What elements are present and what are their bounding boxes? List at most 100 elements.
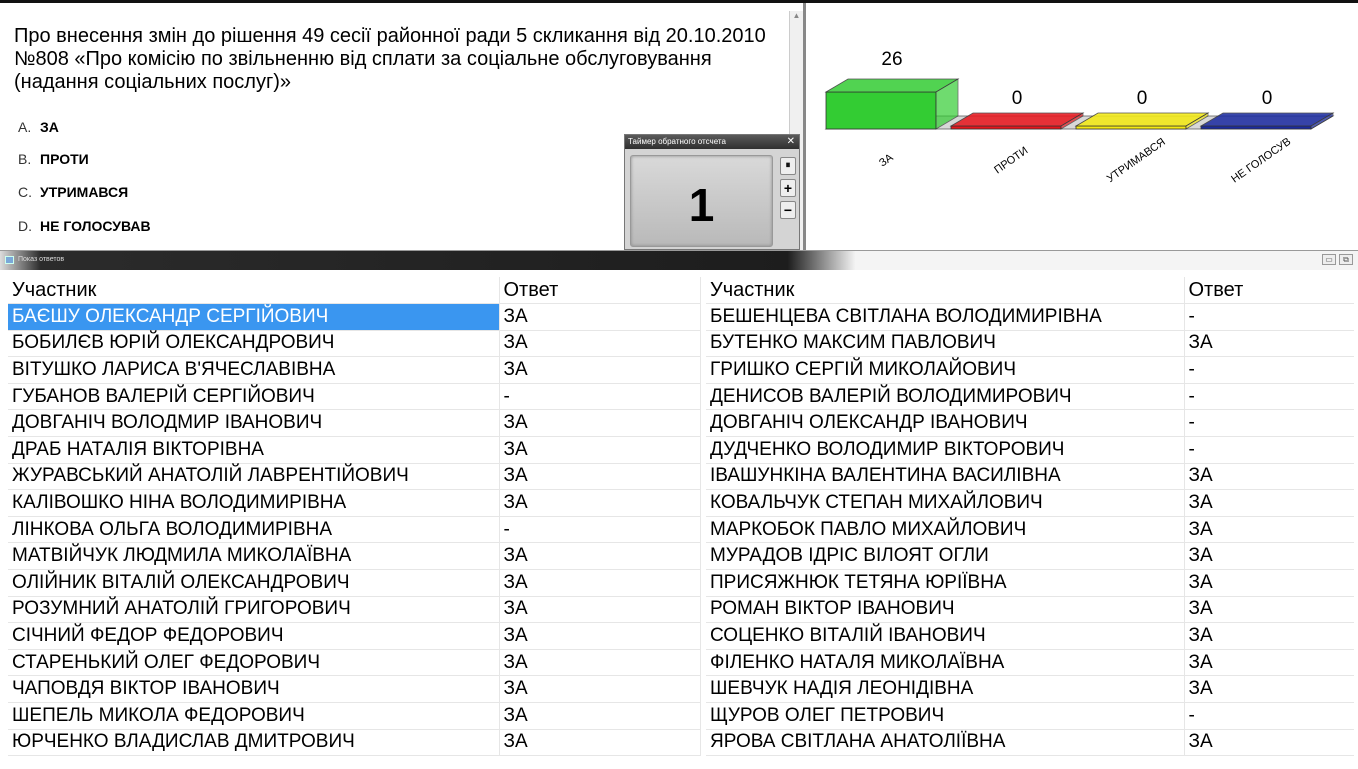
table-row[interactable]: ІВАШУНКІНА ВАЛЕНТИНА ВАСИЛІВНА ЗА [706, 463, 1354, 491]
table-row[interactable]: МУРАДОВ ІДРІС ВІЛОЯТ ОГЛИ ЗА [706, 542, 1354, 571]
participant-name-cell[interactable]: МУРАДОВ ІДРІС ВІЛОЯТ ОГЛИ [706, 542, 1185, 571]
option-b[interactable]: B. ПРОТИ [18, 151, 89, 167]
participant-name-cell[interactable]: ШЕПЕЛЬ МИКОЛА ФЕДОРОВИЧ [8, 702, 500, 730]
table-row[interactable]: ПРИСЯЖНЮК ТЕТЯНА ЮРІЇВНА ЗА [706, 569, 1354, 597]
participant-name-cell[interactable]: ОЛІЙНИК ВІТАЛІЙ ОЛЕКСАНДРОВИЧ [8, 569, 500, 597]
pause-button[interactable]: ⏸ [780, 157, 796, 175]
table-row[interactable]: ДЕНИСОВ ВАЛЕРІЙ ВОЛОДИМИРОВИЧ - [706, 383, 1354, 411]
answer-cell[interactable]: ЗА [1184, 542, 1354, 571]
answer-cell[interactable]: - [1184, 303, 1354, 331]
answer-cell[interactable]: ЗА [499, 409, 701, 438]
table-row[interactable]: ФІЛЕНКО НАТАЛЯ МИКОЛАЇВНА ЗА [706, 649, 1354, 677]
table-row[interactable]: ДОВГАНІЧ ОЛЕКСАНДР ІВАНОВИЧ - [706, 409, 1354, 438]
table-row[interactable]: ЮРЧЕНКО ВЛАДИСЛАВ ДМИТРОВИЧ ЗА [8, 729, 701, 757]
table-row[interactable]: БАЄШУ ОЛЕКСАНДР СЕРГІЙОВИЧ ЗА [8, 303, 701, 331]
column-header-answer[interactable]: Ответ [499, 277, 701, 305]
close-icon[interactable]: ✕ [787, 135, 795, 149]
table-row[interactable]: БЕШЕНЦЕВА СВІТЛАНА ВОЛОДИМИРІВНА - [706, 303, 1354, 331]
answers-window-titlebar[interactable]: Показ ответов ▭ ⧉ [0, 250, 1358, 270]
table-row[interactable]: КОВАЛЬЧУК СТЕПАН МИХАЙЛОВИЧ ЗА [706, 489, 1354, 517]
answer-cell[interactable]: ЗА [499, 436, 701, 464]
participant-name-cell[interactable]: МАРКОБОК ПАВЛО МИХАЙЛОВИЧ [706, 516, 1185, 544]
table-row[interactable]: ШЕПЕЛЬ МИКОЛА ФЕДОРОВИЧ ЗА [8, 702, 701, 730]
answer-cell[interactable]: ЗА [499, 489, 701, 517]
table-row[interactable]: ВІТУШКО ЛАРИСА В'ЯЧЕСЛАВІВНА ЗА [8, 356, 701, 384]
table-row[interactable]: КАЛІВОШКО НІНА ВОЛОДИМИРІВНА ЗА [8, 489, 701, 517]
table-row[interactable]: РОЗУМНИЙ АНАТОЛІЙ ГРИГОРОВИЧ ЗА [8, 596, 701, 624]
participant-name-cell[interactable]: БАЄШУ ОЛЕКСАНДР СЕРГІЙОВИЧ [8, 303, 500, 331]
participant-name-cell[interactable]: ЩУРОВ ОЛЕГ ПЕТРОВИЧ [706, 702, 1185, 730]
participant-name-cell[interactable]: СОЦЕНКО ВІТАЛІЙ ІВАНОВИЧ [706, 622, 1185, 650]
participant-name-cell[interactable]: ГУБАНОВ ВАЛЕРІЙ СЕРГІЙОВИЧ [8, 383, 500, 411]
table-row[interactable]: МАТВІЙЧУК ЛЮДМИЛА МИКОЛАЇВНА ЗА [8, 542, 701, 571]
table-row[interactable]: СОЦЕНКО ВІТАЛІЙ ІВАНОВИЧ ЗА [706, 622, 1354, 650]
participant-name-cell[interactable]: СТАРЕНЬКИЙ ОЛЕГ ФЕДОРОВИЧ [8, 649, 500, 677]
participant-name-cell[interactable]: ДУДЧЕНКО ВОЛОДИМИР ВІКТОРОВИЧ [706, 436, 1185, 464]
participant-name-cell[interactable]: ПРИСЯЖНЮК ТЕТЯНА ЮРІЇВНА [706, 569, 1185, 597]
answer-cell[interactable]: ЗА [1184, 675, 1354, 703]
minus-button[interactable]: − [780, 201, 796, 219]
answer-cell[interactable]: - [1184, 436, 1354, 464]
plus-button[interactable]: + [780, 179, 796, 197]
table-row[interactable]: ШЕВЧУК НАДІЯ ЛЕОНІДІВНА ЗА [706, 675, 1354, 703]
answer-cell[interactable]: - [1184, 409, 1354, 438]
answer-cell[interactable]: ЗА [499, 303, 701, 331]
table-row[interactable]: ЯРОВА СВІТЛАНА АНАТОЛІЇВНА ЗА [706, 729, 1354, 757]
participant-name-cell[interactable]: КОВАЛЬЧУК СТЕПАН МИХАЙЛОВИЧ [706, 489, 1185, 517]
participant-name-cell[interactable]: ШЕВЧУК НАДІЯ ЛЕОНІДІВНА [706, 675, 1185, 703]
column-header-participant[interactable]: Участник [706, 277, 1185, 305]
maximize-icon[interactable]: ⧉ [1339, 254, 1353, 265]
participant-name-cell[interactable]: ІВАШУНКІНА ВАЛЕНТИНА ВАСИЛІВНА [706, 463, 1185, 491]
column-header-participant[interactable]: Участник [8, 277, 500, 305]
answer-cell[interactable]: - [499, 516, 701, 544]
answer-cell[interactable]: ЗА [499, 356, 701, 384]
participant-name-cell[interactable]: ФІЛЕНКО НАТАЛЯ МИКОЛАЇВНА [706, 649, 1185, 677]
table-row[interactable]: ГУБАНОВ ВАЛЕРІЙ СЕРГІЙОВИЧ - [8, 383, 701, 411]
participant-name-cell[interactable]: ДОВГАНІЧ ВОЛОДМИР ІВАНОВИЧ [8, 409, 500, 438]
participant-name-cell[interactable]: ЧАПОВДЯ ВІКТОР ІВАНОВИЧ [8, 675, 500, 703]
answer-cell[interactable]: - [1184, 356, 1354, 384]
participant-name-cell[interactable]: БЕШЕНЦЕВА СВІТЛАНА ВОЛОДИМИРІВНА [706, 303, 1185, 331]
option-a[interactable]: A. ЗА [18, 119, 59, 135]
table-row[interactable]: СТАРЕНЬКИЙ ОЛЕГ ФЕДОРОВИЧ ЗА [8, 649, 701, 677]
option-c[interactable]: C. УТРИМАВСЯ [18, 184, 128, 200]
table-row[interactable]: ЖУРАВСЬКИЙ АНАТОЛІЙ ЛАВРЕНТІЙОВИЧ ЗА [8, 463, 701, 491]
option-d[interactable]: D. НЕ ГОЛОСУВАВ [18, 218, 151, 234]
table-row[interactable]: ГРИШКО СЕРГІЙ МИКОЛАЙОВИЧ - [706, 356, 1354, 384]
answer-cell[interactable]: ЗА [1184, 516, 1354, 544]
answer-cell[interactable]: ЗА [499, 569, 701, 597]
table-row[interactable]: ДРАБ НАТАЛІЯ ВІКТОРІВНА ЗА [8, 436, 701, 464]
participant-name-cell[interactable]: КАЛІВОШКО НІНА ВОЛОДИМИРІВНА [8, 489, 500, 517]
answer-cell[interactable]: - [1184, 702, 1354, 730]
answer-cell[interactable]: ЗА [499, 542, 701, 571]
participant-name-cell[interactable]: СІЧНИЙ ФЕДОР ФЕДОРОВИЧ [8, 622, 500, 650]
participant-name-cell[interactable]: ГРИШКО СЕРГІЙ МИКОЛАЙОВИЧ [706, 356, 1185, 384]
answer-cell[interactable]: ЗА [1184, 649, 1354, 677]
participant-name-cell[interactable]: ЮРЧЕНКО ВЛАДИСЛАВ ДМИТРОВИЧ [8, 729, 500, 757]
participant-name-cell[interactable]: МАТВІЙЧУК ЛЮДМИЛА МИКОЛАЇВНА [8, 542, 500, 571]
participant-name-cell[interactable]: РОМАН ВІКТОР ІВАНОВИЧ [706, 596, 1185, 624]
participant-name-cell[interactable]: ЯРОВА СВІТЛАНА АНАТОЛІЇВНА [706, 729, 1185, 757]
column-header-answer[interactable]: Ответ [1184, 277, 1354, 305]
participant-name-cell[interactable]: БУТЕНКО МАКСИМ ПАВЛОВИЧ [706, 330, 1185, 358]
answer-cell[interactable]: ЗА [1184, 330, 1354, 358]
table-row[interactable]: МАРКОБОК ПАВЛО МИХАЙЛОВИЧ ЗА [706, 516, 1354, 544]
participant-name-cell[interactable]: БОБИЛЄВ ЮРІЙ ОЛЕКСАНДРОВИЧ [8, 330, 500, 358]
answer-cell[interactable]: ЗА [499, 649, 701, 677]
participant-name-cell[interactable]: РОЗУМНИЙ АНАТОЛІЙ ГРИГОРОВИЧ [8, 596, 500, 624]
participant-name-cell[interactable]: ДЕНИСОВ ВАЛЕРІЙ ВОЛОДИМИРОВИЧ [706, 383, 1185, 411]
table-row[interactable]: ДУДЧЕНКО ВОЛОДИМИР ВІКТОРОВИЧ - [706, 436, 1354, 464]
table-row[interactable]: БОБИЛЄВ ЮРІЙ ОЛЕКСАНДРОВИЧ ЗА [8, 330, 701, 358]
table-row[interactable]: ЧАПОВДЯ ВІКТОР ІВАНОВИЧ ЗА [8, 675, 701, 703]
table-row[interactable]: РОМАН ВІКТОР ІВАНОВИЧ ЗА [706, 596, 1354, 624]
answer-cell[interactable]: ЗА [1184, 622, 1354, 650]
participant-name-cell[interactable]: ДОВГАНІЧ ОЛЕКСАНДР ІВАНОВИЧ [706, 409, 1185, 438]
participant-name-cell[interactable]: ЛІНКОВА ОЛЬГА ВОЛОДИМИРІВНА [8, 516, 500, 544]
answer-cell[interactable]: ЗА [499, 596, 701, 624]
timer-titlebar[interactable]: Таймер обратного отсчета ✕ [625, 135, 799, 149]
table-row[interactable]: ЩУРОВ ОЛЕГ ПЕТРОВИЧ - [706, 702, 1354, 730]
table-row[interactable]: СІЧНИЙ ФЕДОР ФЕДОРОВИЧ ЗА [8, 622, 701, 650]
participant-name-cell[interactable]: ЖУРАВСЬКИЙ АНАТОЛІЙ ЛАВРЕНТІЙОВИЧ [8, 463, 500, 491]
answer-cell[interactable]: ЗА [499, 702, 701, 730]
scroll-up-icon[interactable]: ▲ [790, 11, 803, 21]
